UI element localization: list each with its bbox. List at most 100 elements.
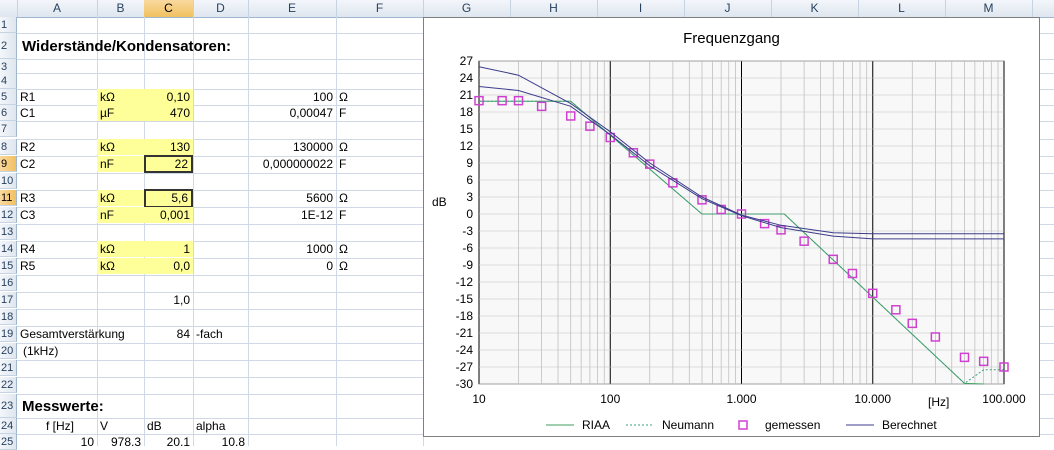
column-header-e[interactable]: E — [248, 0, 337, 17]
cell-f5[interactable]: Ω — [336, 89, 376, 105]
row-header[interactable]: 2 — [0, 33, 17, 59]
row-header[interactable]: 15 — [0, 258, 17, 274]
row-header[interactable]: 12 — [0, 207, 17, 223]
select-all-corner[interactable] — [0, 0, 18, 17]
row-header[interactable]: 16 — [0, 275, 17, 291]
row-header[interactable]: 6 — [0, 105, 17, 121]
row-header[interactable]: 20 — [0, 343, 17, 359]
cell-c8[interactable]: 130 — [144, 139, 193, 155]
cell-b6[interactable]: µF — [97, 105, 144, 121]
row-header[interactable]: 19 — [0, 326, 17, 342]
cell-b8[interactable]: kΩ — [97, 139, 144, 155]
column-header-g[interactable]: G — [423, 0, 511, 17]
cell-f8[interactable]: Ω — [336, 139, 376, 155]
cell-b11[interactable]: kΩ — [97, 190, 144, 206]
y-tick-label: -12 — [456, 275, 474, 289]
row-header[interactable]: 13 — [0, 224, 17, 240]
cell-c5[interactable]: 0,10 — [144, 89, 193, 105]
row-header[interactable]: 7 — [0, 121, 17, 137]
row-header[interactable]: 5 — [0, 89, 17, 105]
cell-a24[interactable]: f [Hz] — [17, 418, 77, 434]
row-header[interactable]: 4 — [0, 73, 17, 89]
cell-c11[interactable]: 5,6 — [144, 189, 193, 208]
cell-a9[interactable]: C2 — [17, 156, 97, 172]
cell-f11[interactable]: Ω — [336, 190, 376, 206]
cell-a8[interactable]: R2 — [17, 139, 97, 155]
cell-f6[interactable]: F — [336, 105, 376, 121]
cell-a15[interactable]: R5 — [17, 258, 97, 274]
row-header[interactable]: 21 — [0, 360, 17, 376]
row-header[interactable]: 17 — [0, 292, 17, 308]
cell-f14[interactable]: Ω — [336, 241, 376, 257]
cell-f15[interactable]: Ω — [336, 258, 376, 274]
cell-b15[interactable]: kΩ — [97, 258, 144, 274]
column-header-a[interactable]: A — [17, 0, 98, 17]
measurements-heading[interactable]: Messwerte: — [19, 396, 107, 418]
cell-a5[interactable]: R1 — [17, 89, 97, 105]
row-header[interactable]: 14 — [0, 241, 17, 257]
row-header[interactable]: 10 — [0, 173, 17, 189]
cell-c19[interactable]: 84 — [144, 326, 193, 342]
legend-label-neumann: Neumann — [662, 418, 714, 432]
row-header[interactable]: 9 — [0, 156, 17, 172]
cell-e14[interactable]: 1000 — [248, 241, 336, 257]
frequency-response-chart[interactable]: Frequenzgang 27 24 21 18 15 12 9 6 3 0 -3 -6 -9 -12 -1… — [423, 17, 1040, 437]
cell-c25[interactable]: 20.1 — [144, 434, 193, 450]
cell-c14[interactable]: 1 — [144, 241, 193, 257]
cell-c15[interactable]: 0,0 — [144, 258, 193, 274]
column-header-h[interactable]: H — [510, 0, 598, 17]
column-header-l[interactable]: L — [858, 0, 946, 17]
y-tick-label: 24 — [460, 71, 474, 85]
cell-b25[interactable]: 978.3 — [97, 434, 144, 450]
row-header[interactable]: 8 — [0, 139, 17, 155]
column-header-c[interactable]: C — [144, 0, 194, 17]
cell-c12[interactable]: 0,001 — [144, 207, 193, 223]
cell-e9[interactable]: 0,000000022 — [248, 156, 336, 172]
cell-e6[interactable]: 0,00047 — [248, 105, 336, 121]
cell-a14[interactable]: R4 — [17, 241, 97, 257]
cell-a6[interactable]: C1 — [17, 105, 97, 121]
column-header-j[interactable]: J — [684, 0, 772, 17]
row-header[interactable]: 23 — [0, 394, 17, 418]
cell-f12[interactable]: F — [336, 207, 376, 223]
cell-b14[interactable]: kΩ — [97, 241, 144, 257]
legend-label-berechnet: Berechnet — [882, 418, 937, 432]
cell-b12[interactable]: nF — [97, 207, 144, 223]
y-tick-label: 27 — [460, 54, 474, 68]
row-header[interactable]: 24 — [0, 418, 17, 434]
cell-a25[interactable]: 10 — [17, 434, 97, 450]
row-header[interactable]: 11 — [0, 190, 17, 206]
cell-a20[interactable]: (1kHz) — [20, 343, 100, 359]
cell-a12[interactable]: C3 — [17, 207, 97, 223]
row-header[interactable]: 18 — [0, 309, 17, 325]
sheet-heading[interactable]: Widerstände/Kondensatoren: — [19, 36, 234, 58]
cell-c17[interactable]: 1,0 — [144, 292, 193, 308]
cell-f9[interactable]: F — [336, 156, 376, 172]
cell-d25[interactable]: 10.8 — [193, 434, 248, 450]
cell-b9[interactable]: nF — [97, 156, 144, 172]
column-header-m[interactable]: M — [945, 0, 1033, 17]
cell-d19[interactable]: -fach — [193, 326, 248, 342]
cell-a11[interactable]: R3 — [17, 190, 97, 206]
cell-a19[interactable]: Gesamtverstärkung — [17, 326, 157, 342]
row-header[interactable]: 25 — [0, 434, 17, 450]
column-header-d[interactable]: D — [193, 0, 249, 17]
cell-b5[interactable]: kΩ — [97, 89, 144, 105]
cell-e5[interactable]: 100 — [248, 89, 336, 105]
cell-d24[interactable]: alpha — [193, 418, 248, 434]
cell-e15[interactable]: 0 — [248, 258, 336, 274]
cell-c24[interactable]: dB — [144, 418, 193, 434]
column-header-b[interactable]: B — [97, 0, 145, 17]
cell-c6[interactable]: 470 — [144, 105, 193, 121]
cell-b24[interactable]: V — [97, 418, 144, 434]
gridline — [97, 17, 98, 446]
column-header-f[interactable]: F — [336, 0, 424, 17]
cell-e8[interactable]: 130000 — [248, 139, 336, 155]
cell-e11[interactable]: 5600 — [248, 190, 336, 206]
column-header-k[interactable]: K — [771, 0, 859, 17]
cell-c9[interactable]: 22 — [144, 155, 193, 173]
column-header-i[interactable]: I — [597, 0, 685, 17]
row-header[interactable]: 1 — [0, 17, 17, 33]
row-header[interactable]: 22 — [0, 377, 17, 393]
cell-e12[interactable]: 1E-12 — [248, 207, 336, 223]
